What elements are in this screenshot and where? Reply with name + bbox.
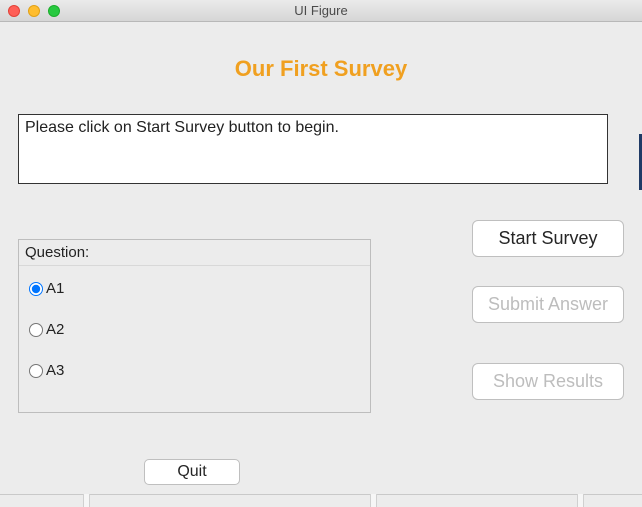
window-titlebar: UI Figure	[0, 0, 642, 22]
show-results-label: Show Results	[493, 371, 603, 392]
show-results-button[interactable]: Show Results	[472, 363, 624, 400]
bottom-edge	[0, 494, 642, 507]
window-title: UI Figure	[0, 3, 642, 18]
radio-option-a1[interactable]: A1	[29, 280, 360, 297]
start-survey-button[interactable]: Start Survey	[472, 220, 624, 257]
close-icon[interactable]	[8, 5, 20, 17]
radio-input-a3[interactable]	[29, 364, 43, 378]
radio-label-a3: A3	[46, 362, 64, 379]
page-title: Our First Survey	[0, 22, 642, 102]
submit-answer-label: Submit Answer	[488, 294, 608, 315]
question-group: Question: A1 A2 A3	[18, 239, 371, 413]
window-controls	[0, 5, 60, 17]
radio-label-a2: A2	[46, 321, 64, 338]
radio-input-a2[interactable]	[29, 323, 43, 337]
quit-label: Quit	[177, 463, 206, 481]
radio-input-a1[interactable]	[29, 282, 43, 296]
instruction-text: Please click on Start Survey button to b…	[18, 114, 608, 184]
radio-label-a1: A1	[46, 280, 64, 297]
window-content: Our First Survey Please click on Start S…	[0, 22, 642, 507]
zoom-icon[interactable]	[48, 5, 60, 17]
start-survey-label: Start Survey	[498, 228, 597, 249]
radio-list: A1 A2 A3	[19, 266, 370, 393]
radio-option-a2[interactable]: A2	[29, 321, 360, 338]
quit-button[interactable]: Quit	[144, 459, 240, 485]
minimize-icon[interactable]	[28, 5, 40, 17]
radio-option-a3[interactable]: A3	[29, 362, 360, 379]
question-label: Question:	[19, 240, 370, 266]
submit-answer-button[interactable]: Submit Answer	[472, 286, 624, 323]
